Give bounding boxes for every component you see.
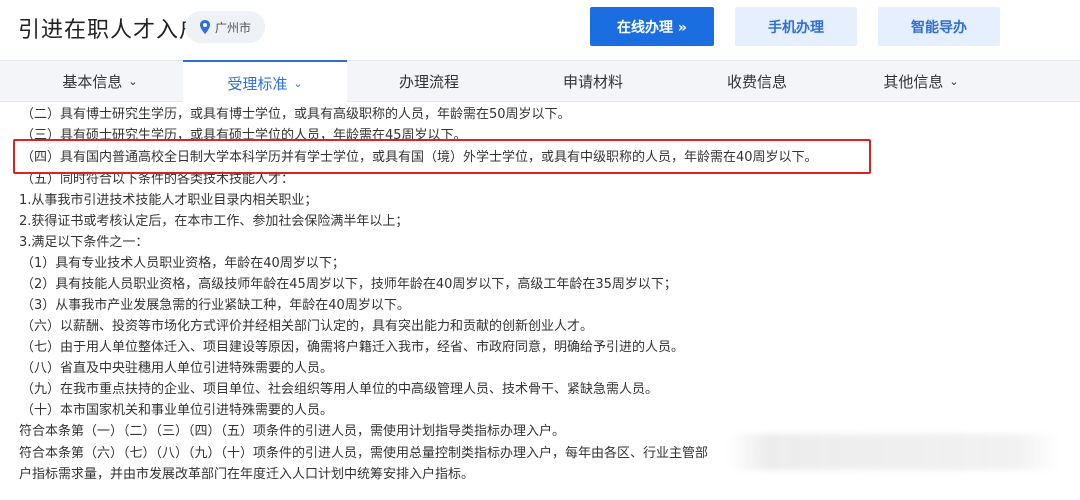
tab-process[interactable]: 办理流程 bbox=[347, 61, 511, 101]
criteria-line: 符合本条第（一）（二）（三）（四）（五）项条件的引进人员，需使用计划指导类指标办… bbox=[19, 424, 566, 439]
criteria-line: 2.获得证书或考核认定后，在本市工作、参加社会保险满半年以上； bbox=[19, 214, 409, 229]
tab-label: 基本信息 bbox=[62, 72, 123, 91]
criteria-line: 3.满足以下条件之一： bbox=[19, 235, 149, 250]
mobile-apply-button[interactable]: 手机办理 bbox=[735, 7, 857, 46]
chevron-down-icon: ⌄ bbox=[128, 74, 138, 88]
tab-basic-info[interactable]: 基本信息 ⌄ bbox=[18, 61, 182, 101]
tab-label: 受理标准 bbox=[227, 74, 288, 93]
location-selector[interactable]: 广州市 bbox=[185, 11, 265, 43]
smart-guide-button[interactable]: 智能导办 bbox=[878, 7, 1000, 46]
tab-bar: 基本信息 ⌄ 受理标准 ⌄ 办理流程 申请材料 收费信息 其他信息 ⌄ bbox=[0, 60, 1080, 104]
location-label: 广州市 bbox=[214, 20, 251, 35]
online-apply-button[interactable]: 在线办理 » bbox=[590, 7, 714, 46]
criteria-line: 户指标需求量，并由市发展改革部门在年度迁入人口计划中统筹安排入户指标。 bbox=[19, 467, 475, 482]
criteria-line: （九）在我市重点扶持的企业、项目单位、社会组织等用人单位的中高级管理人员、技术骨… bbox=[21, 382, 659, 397]
tab-other-info[interactable]: 其他信息 ⌄ bbox=[839, 61, 1003, 101]
tab-label: 其他信息 bbox=[883, 72, 944, 91]
criteria-line: （八）省直及中央驻穗用人单位引进特殊需要的人员。 bbox=[21, 361, 334, 376]
criteria-line: 符合本条第（六）（七）（八）（九）（十）项条件的引进人员，需使用总量控制类指标办… bbox=[19, 446, 709, 461]
page-header: 引进在职人才入户 广州市 在线办理 » 手机办理 智能导办 bbox=[0, 0, 1080, 58]
tab-acceptance-criteria[interactable]: 受理标准 ⌄ bbox=[183, 60, 347, 104]
tab-label: 办理流程 bbox=[398, 72, 459, 91]
page-title: 引进在职人才入户 bbox=[18, 18, 203, 43]
tab-materials[interactable]: 申请材料 bbox=[511, 61, 675, 101]
criteria-line: （1）具有专业技术人员职业资格，年龄在40周岁以下； bbox=[21, 256, 345, 271]
highlight-annotation-box bbox=[13, 139, 871, 174]
tab-label: 申请材料 bbox=[562, 72, 623, 91]
chevron-down-icon: ⌄ bbox=[293, 76, 303, 90]
criteria-line: （七）由于用人单位整体迁入、项目建设等原因，确需将户籍迁入我市，经省、市政府同意… bbox=[21, 340, 685, 355]
chevron-down-icon: ⌄ bbox=[949, 74, 959, 88]
criteria-line: （2）具有技能人员职业资格，高级技师年龄在45周岁以下，技师年龄在40周岁以下，… bbox=[21, 277, 677, 292]
criteria-line: （六）以薪酬、投资等市场化方式评价并经相关部门认定的，具有突出能力和贡献的创新创… bbox=[21, 319, 594, 334]
tab-fees[interactable]: 收费信息 bbox=[675, 61, 839, 101]
criteria-line: 1.从事我市引进技术技能人才职业目录内相关职业； bbox=[19, 193, 318, 208]
location-pin-icon bbox=[199, 20, 210, 34]
criteria-line: （3）从事我市产业发展急需的行业紧缺工种，年龄在40周岁以下。 bbox=[21, 298, 410, 313]
tab-label: 收费信息 bbox=[726, 72, 787, 91]
criteria-line: （十）本市国家机关和事业单位引进特殊需要的人员。 bbox=[21, 403, 334, 418]
criteria-line: （二）具有博士研究生学历，或具有博士学位，或具有高级职称的人员，年龄需在50周岁… bbox=[21, 107, 571, 122]
blurred-region bbox=[728, 434, 1058, 470]
